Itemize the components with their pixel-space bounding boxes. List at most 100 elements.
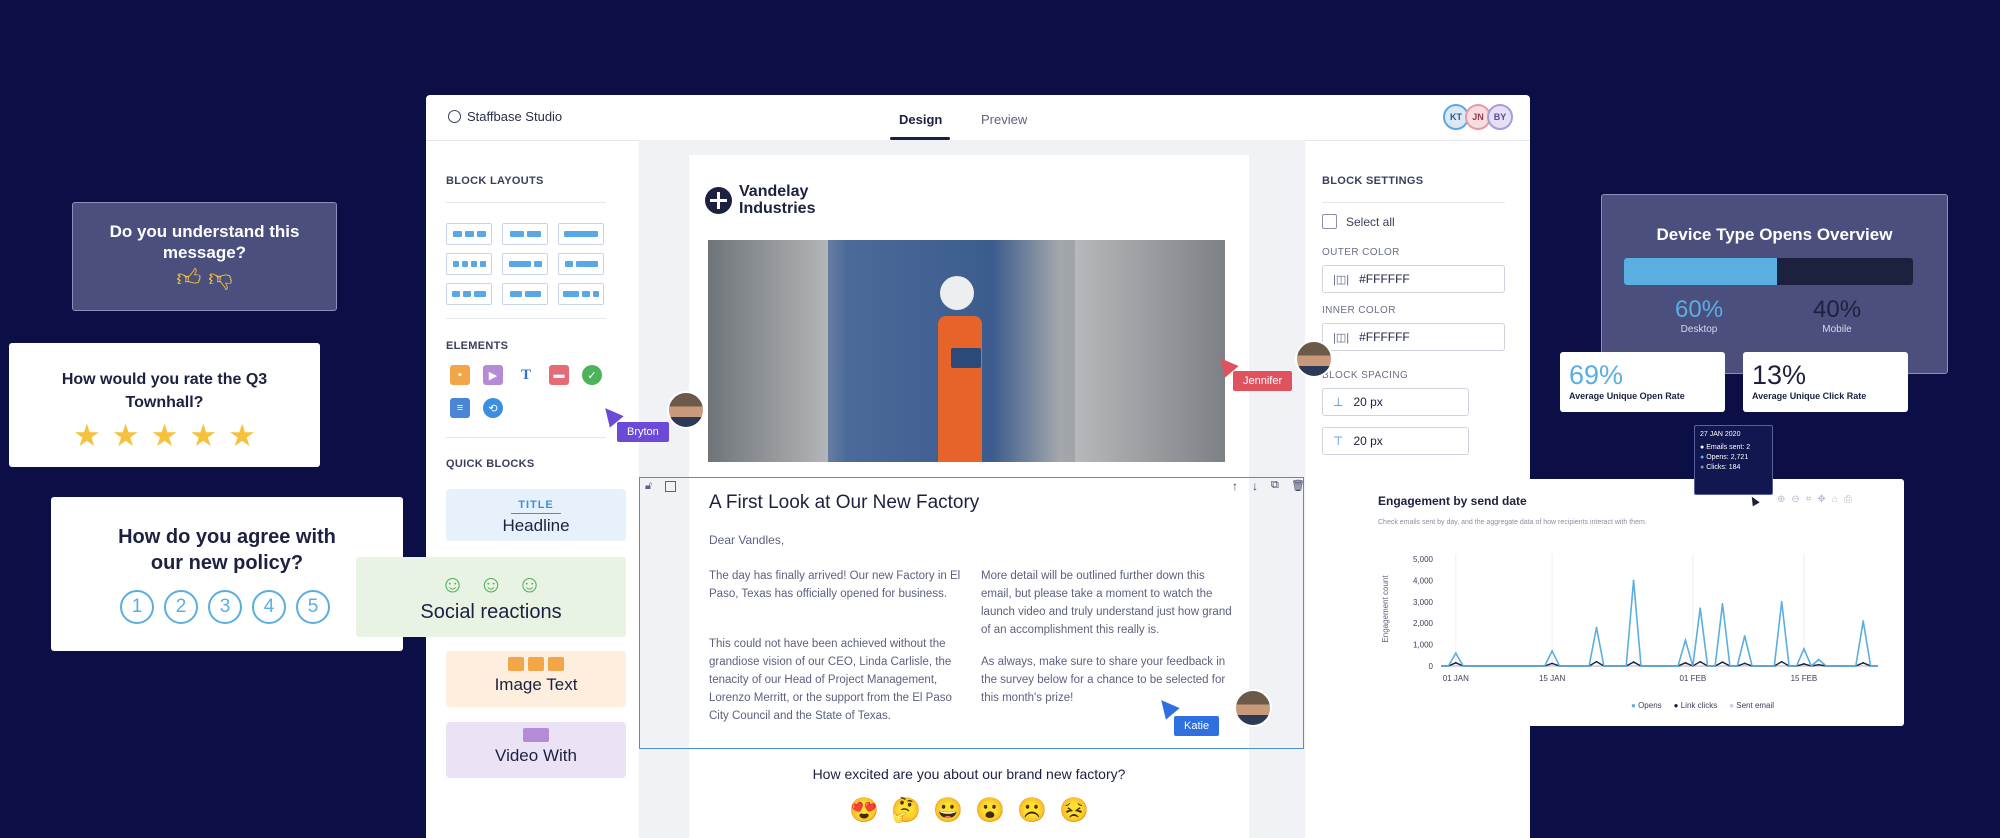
- emoji-angry[interactable]: 😣: [1059, 796, 1089, 825]
- video-icon[interactable]: ▶: [483, 365, 503, 385]
- select-all-checkbox[interactable]: [1322, 214, 1337, 229]
- duplicate-icon[interactable]: ⧉: [1271, 479, 1279, 492]
- smile-face-icon: ☺︎: [517, 571, 542, 598]
- scale-option[interactable]: 5: [296, 590, 330, 624]
- thumbs-down-icon[interactable]: 👎︎: [208, 265, 232, 292]
- x-tick-label: 15 FEB: [1791, 674, 1818, 683]
- app-brand[interactable]: Staffbase Studio: [448, 109, 562, 124]
- outer-color-field[interactable]: |◫| #FFFFFF: [1322, 265, 1505, 293]
- layout-tile[interactable]: [446, 253, 492, 275]
- quick-block-headline[interactable]: TITLE Headline: [446, 489, 626, 541]
- katie-name-tag: Katie: [1174, 716, 1220, 736]
- data-point: [1743, 662, 1746, 665]
- emoji-love[interactable]: 😍: [849, 796, 879, 825]
- star-icon[interactable]: ★: [112, 418, 140, 454]
- star-rating[interactable]: ★ ★ ★ ★ ★: [9, 418, 320, 454]
- data-point: [1595, 626, 1598, 629]
- image-text-label: Image Text: [494, 675, 578, 694]
- layout-tile[interactable]: [446, 223, 492, 245]
- star-icon[interactable]: ★: [189, 418, 217, 454]
- tab-preview[interactable]: Preview: [981, 112, 1027, 127]
- legend-sent-email[interactable]: ● Sent email: [1729, 701, 1774, 710]
- smile-face-icon: ☺︎: [440, 571, 465, 598]
- divider-icon[interactable]: ≡: [450, 398, 470, 418]
- layout-tile[interactable]: [502, 283, 548, 305]
- layout-tile[interactable]: [502, 223, 548, 245]
- rating-question: How would you rate the Q3 Townhall?: [61, 371, 268, 411]
- star-icon[interactable]: ★: [228, 418, 256, 454]
- layout-tile[interactable]: [502, 253, 548, 275]
- image-tiles-icon: [446, 657, 626, 671]
- neutral-face-icon: ☺︎: [478, 571, 504, 598]
- layout-tile[interactable]: [558, 223, 604, 245]
- divider: [446, 318, 606, 319]
- move-up-icon[interactable]: ↑: [1232, 479, 1238, 493]
- device-split-bar: [1624, 258, 1913, 285]
- spacing-bottom-icon: ⊤: [1333, 434, 1344, 448]
- star-icon[interactable]: ★: [151, 418, 179, 454]
- outer-color-label: OUTER COLOR: [1322, 247, 1400, 258]
- click-rate-card: 13% Average Unique Click Rate: [1743, 352, 1908, 412]
- divider: [1322, 202, 1505, 203]
- inner-color-field[interactable]: |◫| #FFFFFF: [1322, 323, 1505, 351]
- avatar-by[interactable]: BY: [1487, 104, 1513, 130]
- text-icon[interactable]: T: [516, 365, 536, 385]
- select-all-label: Select all: [1346, 215, 1395, 229]
- vandelay-logo: Vandelay Industries: [705, 183, 815, 217]
- tab-design[interactable]: Design: [899, 112, 942, 127]
- unlock-icon[interactable]: 🔓︎: [645, 480, 652, 493]
- data-point: [1817, 663, 1820, 666]
- understand-question: Do you understand this message?: [109, 222, 300, 262]
- elements-title: ELEMENTS: [446, 340, 509, 352]
- legend-opens[interactable]: ● Opens: [1631, 701, 1662, 710]
- y-tick-label: 3,000: [1413, 598, 1434, 607]
- scale-option[interactable]: 2: [164, 590, 198, 624]
- star-icon[interactable]: ★: [73, 418, 101, 454]
- emoji-surprised[interactable]: 😮: [975, 796, 1005, 825]
- data-point: [1743, 635, 1746, 637]
- mobile-stat: 40% Mobile: [1813, 296, 1861, 335]
- quick-block-image-text[interactable]: Image Text: [446, 651, 626, 707]
- scale-option[interactable]: 4: [252, 590, 286, 624]
- check-icon[interactable]: ✓: [582, 365, 602, 385]
- padding-icon: |◫|: [1333, 331, 1350, 344]
- delete-icon[interactable]: 🗑︎: [1291, 479, 1305, 492]
- select-square-icon[interactable]: [665, 481, 676, 492]
- image-icon[interactable]: ▪: [450, 365, 470, 385]
- scale-option[interactable]: 3: [208, 590, 242, 624]
- mobile-label: Mobile: [1822, 324, 1852, 335]
- data-point: [1862, 661, 1865, 664]
- layout-tile[interactable]: [446, 283, 492, 305]
- block-layouts-grid: [446, 223, 604, 305]
- bryton-name-tag: Bryton: [617, 422, 669, 442]
- survey-emoji-row: 😍 🤔 😀 😮 ☹️ 😣: [849, 796, 1089, 825]
- move-down-icon[interactable]: ↓: [1252, 479, 1258, 493]
- layout-tile[interactable]: [558, 253, 604, 275]
- selected-block-frame[interactable]: 🔓︎ ↑ ↓ ⧉ 🗑︎: [639, 477, 1305, 749]
- studio-window: Staffbase Studio Design Preview KT JN BY…: [426, 95, 1530, 838]
- data-point: [1780, 660, 1783, 663]
- desktop-share-fill: [1624, 258, 1778, 285]
- quick-block-video[interactable]: Video With: [446, 722, 626, 778]
- share-icon[interactable]: ⟲: [483, 398, 503, 418]
- spacing-bottom-field[interactable]: ⊤ 20 px: [1322, 427, 1469, 455]
- tooltip-date: 27 JAN 2020: [1700, 431, 1741, 438]
- emoji-sad[interactable]: ☹️: [1017, 796, 1047, 825]
- app-title: Staffbase Studio: [467, 109, 563, 124]
- data-point: [1684, 639, 1687, 642]
- chart-legend: ● Opens ● Link clicks ● Sent email: [1631, 701, 1774, 710]
- legend-link-clicks[interactable]: ● Link clicks: [1674, 701, 1718, 710]
- thumbs-up-icon[interactable]: 👍︎: [176, 265, 201, 292]
- tooltip-opens: ● Opens: 2,721: [1700, 454, 1749, 461]
- quick-block-social-reactions[interactable]: ☺︎ ☺︎ ☺︎ Social reactions: [356, 557, 626, 637]
- emoji-happy[interactable]: 😀: [933, 796, 963, 825]
- desktop-stat: 60% Desktop: [1675, 296, 1723, 335]
- x-tick-label: 01 FEB: [1679, 674, 1706, 683]
- social-reactions-label: Social reactions: [420, 601, 562, 623]
- shape-icon[interactable]: ▬: [549, 365, 569, 385]
- rating-card: How would you rate the Q3 Townhall? ★ ★ …: [9, 343, 320, 467]
- spacing-top-field[interactable]: ⊥ 20 px: [1322, 388, 1469, 416]
- layout-tile[interactable]: [558, 283, 604, 305]
- scale-option[interactable]: 1: [120, 590, 154, 624]
- emoji-thinking[interactable]: 🤔: [891, 796, 921, 825]
